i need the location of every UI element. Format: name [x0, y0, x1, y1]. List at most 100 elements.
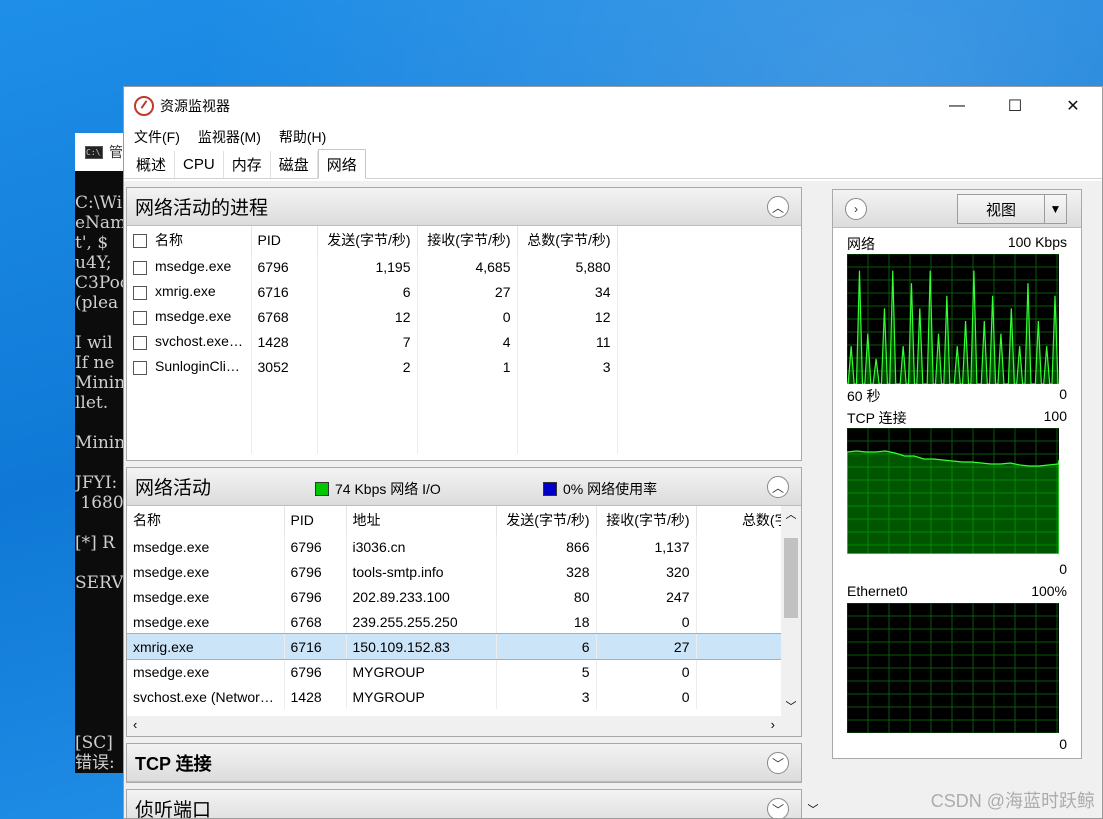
select-all-checkbox[interactable]: [133, 234, 147, 249]
column-header[interactable]: 发送(字节/秒): [317, 226, 418, 254]
graph-title: Ethernet0: [847, 583, 908, 599]
section-title: 网络活动的进程: [135, 198, 269, 219]
network-activity-table: 名称 PID 地址 发送(字节/秒) 接收(字节/秒) 总数(字节/秒 msed…: [127, 506, 801, 709]
table-row[interactable]: svchost.exe (... 1428 7 4 11: [127, 329, 618, 354]
column-header[interactable]: 接收(字节/秒): [596, 506, 697, 534]
table-cell: 239.255.255.250: [346, 609, 497, 634]
scroll-thumb[interactable]: [784, 538, 798, 618]
menu-help[interactable]: 帮助(H): [279, 127, 326, 147]
row-checkbox[interactable]: [133, 310, 147, 325]
column-header[interactable]: PID: [251, 226, 318, 254]
table-cell: msedge.exe: [127, 304, 252, 329]
table-cell: 866: [496, 534, 597, 559]
table-row[interactable]: msedge.exe 6796 1,195 4,685 5,880: [127, 254, 618, 279]
close-button[interactable]: ✕: [1044, 87, 1102, 125]
vertical-scrollbar[interactable]: ︿ ﹀: [781, 506, 801, 716]
tab-overview[interactable]: 概述: [128, 151, 176, 178]
table-cell: 34: [517, 279, 618, 304]
resource-monitor-window: 资源监视器 — ☐ ✕ 文件(F) 监视器(M) 帮助(H) 概述 CPU 内存…: [123, 86, 1103, 819]
table-cell: 4: [417, 329, 518, 354]
scroll-right-icon[interactable]: ›: [771, 717, 775, 732]
tab-disk[interactable]: 磁盘: [271, 151, 318, 178]
listening-ports-header[interactable]: 侦听端口 ﹀: [127, 790, 801, 819]
titlebar[interactable]: 资源监视器 — ☐ ✕: [124, 87, 1102, 125]
minimize-button[interactable]: —: [928, 87, 986, 125]
column-header[interactable]: 接收(字节/秒): [417, 226, 518, 254]
table-cell: 6796: [251, 254, 318, 279]
graph-title: 网络: [847, 236, 875, 252]
graph-title: TCP 连接: [847, 410, 907, 426]
maximize-button[interactable]: ☐: [986, 87, 1044, 125]
table-row[interactable]: msedge.exe 6796 MYGROUP 5 0: [127, 659, 801, 684]
tab-cpu[interactable]: CPU: [175, 151, 224, 178]
scroll-down-icon[interactable]: ﹀: [781, 698, 801, 714]
tab-network[interactable]: 网络: [317, 149, 366, 179]
menu-monitor[interactable]: 监视器(M): [198, 127, 261, 147]
table-cell: 27: [417, 279, 518, 304]
column-header[interactable]: 名称: [127, 226, 252, 254]
table-cell: 3: [517, 354, 618, 379]
table-cell: 247: [596, 584, 697, 609]
menu-file[interactable]: 文件(F): [134, 127, 180, 147]
row-checkbox[interactable]: [133, 260, 147, 275]
table-cell: 80: [496, 584, 597, 609]
scroll-down-icon[interactable]: ﹀: [802, 801, 824, 817]
empty-row: [127, 379, 618, 404]
scroll-left-icon[interactable]: ‹: [133, 717, 137, 732]
network-processes-table: 名称 PID 发送(字节/秒) 接收(字节/秒) 总数(字节/秒) msedge…: [127, 226, 618, 454]
table-row[interactable]: msedge.exe6796i3036.cn8661,1372,00: [127, 534, 801, 559]
table-cell: 4,685: [417, 254, 518, 279]
column-header[interactable]: PID: [284, 506, 347, 534]
horizontal-scrollbar[interactable]: ‹ ›: [127, 716, 801, 736]
table-row[interactable]: xmrig.exe6716150.109.152.836273: [127, 633, 801, 660]
column-header[interactable]: 地址: [346, 506, 497, 534]
row-checkbox[interactable]: [133, 335, 147, 350]
graph-pane: › 视图 ▼ 网络 100 Kbps 60 秒 0 TCP 连接 100 0 E…: [832, 189, 1082, 759]
collapse-up-icon[interactable]: ︿: [767, 196, 789, 218]
table-cell: 202.89.233.100: [346, 584, 497, 609]
view-dropdown[interactable]: 视图 ▼: [957, 194, 1067, 224]
row-checkbox[interactable]: [133, 285, 147, 300]
expand-down-icon[interactable]: ﹀: [767, 752, 789, 774]
column-header[interactable]: 总数(字节/秒): [517, 226, 618, 254]
network-activity-header[interactable]: 网络活动 74 Kbps 网络 I/O 0% 网络使用率 ︿: [127, 468, 801, 506]
table-cell: 1,195: [317, 254, 418, 279]
legend-label: 74 Kbps 网络 I/O: [335, 481, 441, 497]
empty-row: [127, 404, 618, 429]
table-row[interactable]: msedge.exe6796tools-smtp.info32832064: [127, 559, 801, 584]
legend-label: 0% 网络使用率: [563, 481, 658, 497]
view-label: 视图: [985, 201, 1016, 219]
column-header[interactable]: 发送(字节/秒): [496, 506, 597, 534]
table-row[interactable]: msedge.exe6796202.89.233.1008024732: [127, 584, 801, 609]
table-cell: 7: [317, 329, 418, 354]
watermark: CSDN @海蓝时跃鲸: [930, 791, 1095, 811]
table-cell: 6796: [284, 659, 347, 684]
table-row[interactable]: msedge.exe 6768 12 0 12: [127, 304, 618, 329]
table-row[interactable]: msedge.exe6768239.255.255.2501801: [127, 609, 801, 634]
network-processes-header[interactable]: 网络活动的进程 ︿: [127, 188, 801, 226]
table-cell: 12: [517, 304, 618, 329]
chevron-right-icon[interactable]: ›: [845, 198, 867, 220]
column-header[interactable]: 名称: [127, 506, 285, 534]
graph-max: 100: [1043, 408, 1067, 424]
table-row[interactable]: xmrig.exe 6716 6 27 34: [127, 279, 618, 304]
table-row[interactable]: svchost.exe (Network... 1428 MYGROUP 3 0: [127, 684, 801, 709]
row-checkbox[interactable]: [133, 360, 147, 375]
expand-down-icon[interactable]: ﹀: [767, 798, 789, 818]
pane-scrollbar[interactable]: ﹀: [802, 181, 824, 818]
scroll-up-icon[interactable]: ︿: [781, 506, 801, 522]
graph-time: 60 秒: [847, 388, 881, 404]
blue-swatch-icon: [543, 482, 557, 496]
tab-memory[interactable]: 内存: [224, 151, 271, 178]
table-cell: 328: [496, 559, 597, 584]
table-cell: 1428: [284, 684, 347, 709]
table-cell: 150.109.152.83: [346, 634, 497, 659]
section-title: 侦听端口: [135, 800, 212, 819]
tcp-connections-header[interactable]: TCP 连接 ﹀: [127, 744, 801, 782]
table-cell: 5,880: [517, 254, 618, 279]
table-cell: 18: [496, 609, 597, 634]
dropdown-arrow-icon[interactable]: ▼: [1044, 195, 1066, 223]
graph-max: 100%: [1031, 583, 1067, 599]
table-row[interactable]: SunloginClie... 3052 2 1 3: [127, 354, 618, 379]
collapse-up-icon[interactable]: ︿: [767, 476, 789, 498]
